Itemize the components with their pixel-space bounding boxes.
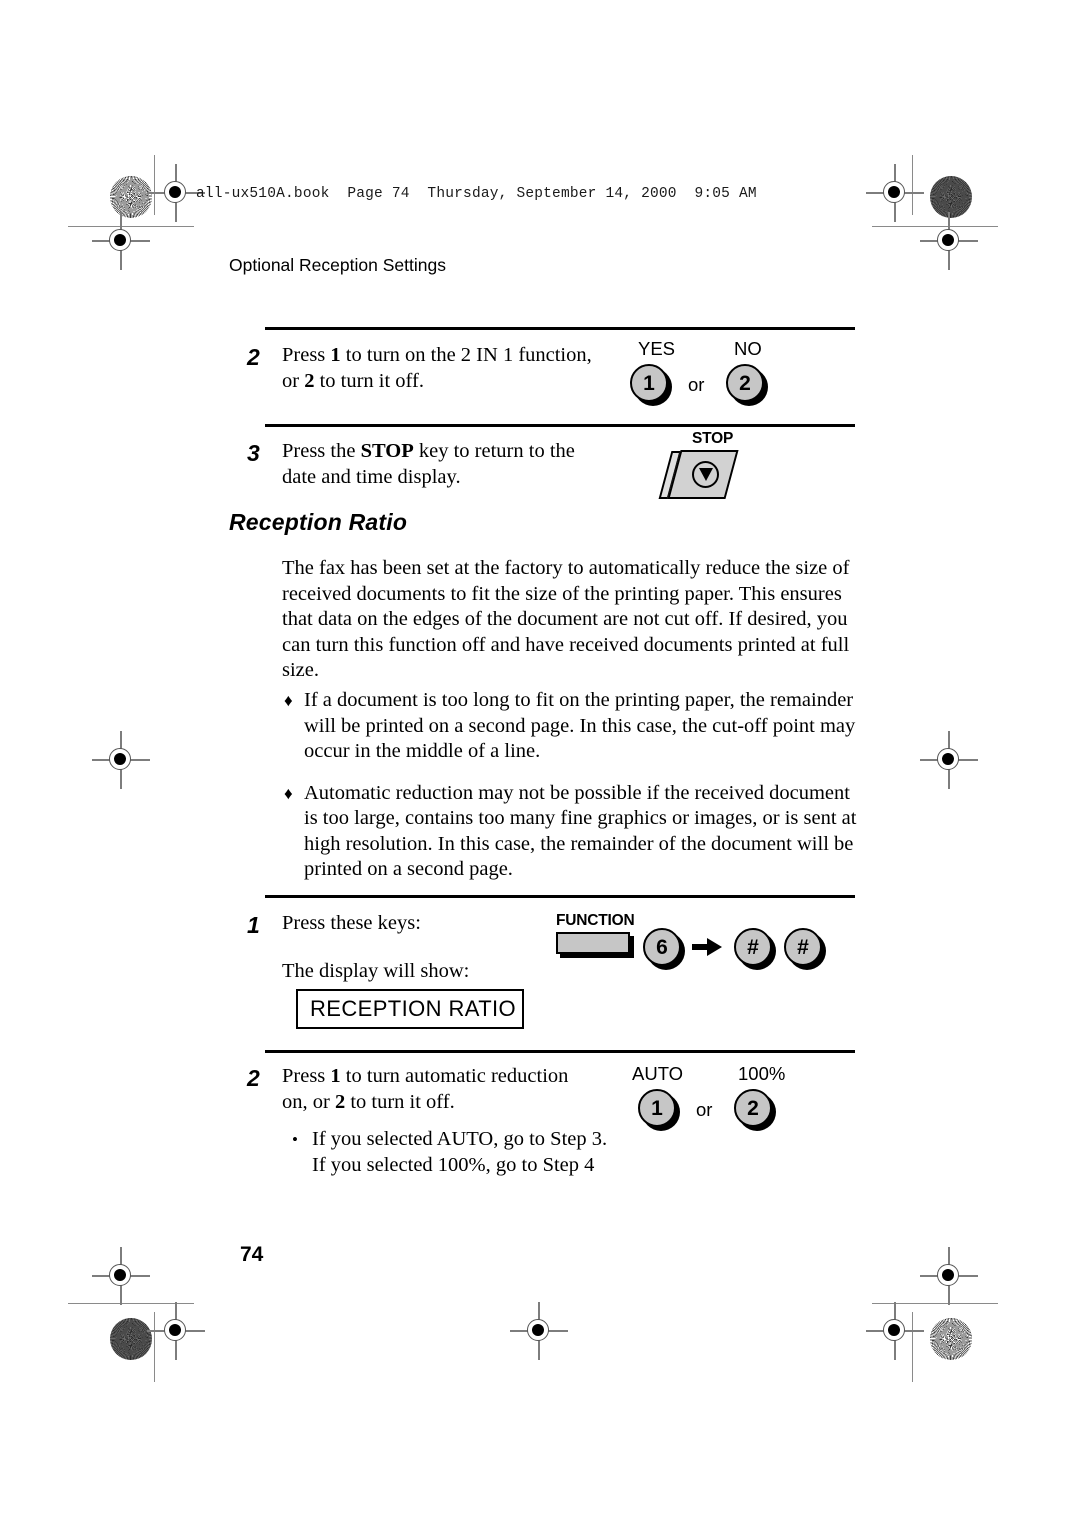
section-rule-3 [265, 895, 855, 898]
step-line-2-pre: or [282, 370, 305, 392]
step-line-1-pre: Press [282, 1065, 331, 1087]
step-number: 2 [247, 1065, 260, 1091]
list-item: ♦ If a document is too long to fit on th… [284, 688, 862, 765]
step-number: 1 [247, 912, 260, 938]
note-line-1: If you selected AUTO, go to Step 3. [312, 1128, 608, 1150]
note-line-2: If you selected 100%, go to Step 4 [312, 1153, 595, 1176]
section-intro-paragraph: The fax has been set at the factory to a… [282, 557, 850, 681]
lcd-display-reception-ratio: RECEPTION RATIO [296, 989, 524, 1029]
or-separator-yesno: or [688, 374, 705, 395]
key-hash-1-label: # [734, 928, 772, 966]
key-2-no[interactable]: 2 [726, 364, 768, 406]
key-label-100-percent: 100% [738, 1063, 786, 1084]
step-body-text: Press 1 to turn automatic reduction on, … [282, 1063, 642, 1115]
step-line-1-pre: Press the [282, 440, 361, 462]
step-body-text: Press 1 to turn on the 2 IN 1 function, … [282, 342, 642, 394]
diamond-bullet-icon: ♦ [284, 691, 293, 710]
registration-crosshair-bottom-center [510, 1302, 568, 1360]
key-label-no: NO [734, 338, 762, 359]
or-separator-auto100: or [696, 1099, 713, 1120]
list-item: ♦ Automatic reduction may not be possibl… [284, 781, 862, 883]
step-line-1-bold: 1 [330, 344, 341, 366]
section-rule-2 [265, 424, 855, 427]
key-2-100-percent[interactable]: 2 [734, 1089, 776, 1131]
stop-triangle-icon [692, 461, 719, 488]
registration-crosshair-mid-right [920, 731, 978, 789]
step-body-text-line-2: The display will show: [282, 960, 470, 982]
step-number: 2 [247, 344, 260, 370]
registration-crosshair-bottom-left [147, 1302, 205, 1360]
registration-starburst-bottom-right [930, 1318, 972, 1360]
note-item-text: If you selected AUTO, go to Step 3. If y… [312, 1127, 672, 1178]
section-rule-4 [265, 1050, 855, 1053]
key-2-no-label: 2 [726, 364, 764, 402]
round-bullet-icon: • [292, 1130, 298, 1149]
key-label-auto: AUTO [632, 1063, 684, 1084]
key-6[interactable]: 6 [643, 928, 685, 970]
registration-crosshair-upper-left [92, 212, 150, 270]
key-6-label: 6 [643, 928, 681, 966]
step-number: 3 [247, 440, 260, 466]
step-line-1-post: key to return to the [413, 440, 575, 462]
page-number: 74 [240, 1243, 264, 1266]
registration-starburst-bottom-left [110, 1318, 152, 1360]
step-line-2-pre: on, or [282, 1091, 335, 1113]
registration-crosshair-mid-left [92, 731, 150, 789]
step-line-2-post: to turn it off. [345, 1091, 455, 1113]
registration-crosshair-upper-right [920, 212, 978, 270]
step-line-2: date and time display. [282, 466, 461, 488]
bullet-list: ♦ If a document is too long to fit on th… [284, 688, 862, 883]
key-hash-1[interactable]: # [734, 928, 776, 970]
step-line-1-bold: 1 [330, 1065, 341, 1087]
key-1-auto[interactable]: 1 [638, 1089, 680, 1131]
stop-key-graphic[interactable]: STOP [658, 430, 754, 502]
key-2-100-percent-label: 2 [734, 1089, 772, 1127]
step-line-1-bold: STOP [360, 440, 414, 462]
running-head: Optional Reception Settings [229, 255, 446, 275]
note-item: • If you selected AUTO, go to Step 3. If… [292, 1127, 672, 1178]
step-line-2-bold: 2 [334, 1091, 346, 1113]
key-1-yes[interactable]: 1 [630, 364, 672, 406]
lcd-display-text: RECEPTION RATIO [310, 996, 517, 1021]
step-line-1-post: to turn automatic reduction [340, 1065, 569, 1087]
section-rule-1 [265, 327, 855, 330]
manual-page: all-ux510A.book Page 74 Thursday, Septem… [0, 0, 1080, 1528]
registration-crosshair-bottom-right [866, 1302, 924, 1360]
section-heading-reception-ratio: Reception Ratio [229, 509, 408, 535]
step-line-2-post: to turn it off. [314, 370, 424, 392]
key-label-yes: YES [638, 338, 676, 359]
step-line-2-bold: 2 [304, 370, 315, 392]
list-item-text: If a document is too long to fit on the … [304, 689, 856, 762]
list-item-text: Automatic reduction may not be possible … [304, 781, 857, 881]
diamond-bullet-icon: ♦ [284, 783, 293, 803]
step-line-1-pre: Press [282, 344, 331, 366]
registration-crosshair-top-right [866, 164, 924, 222]
registration-crosshair-lower-right [920, 1247, 978, 1305]
step-body-text: Press the STOP key to return to the date… [282, 438, 642, 490]
step-body-text-line-1: Press these keys: [282, 912, 421, 934]
step-line-1-post: to turn on the 2 IN 1 function, [340, 344, 592, 366]
key-label-stop: STOP [692, 430, 734, 447]
key-hash-2[interactable]: # [784, 928, 826, 970]
key-label-function: FUNCTION [556, 912, 635, 929]
registration-crosshair-lower-left [92, 1247, 150, 1305]
key-1-auto-label: 1 [638, 1089, 676, 1127]
key-hash-2-label: # [784, 928, 822, 966]
file-header-stamp: all-ux510A.book Page 74 Thursday, Septem… [196, 186, 757, 202]
key-1-yes-label: 1 [630, 364, 668, 402]
arrow-right-icon [692, 938, 722, 956]
